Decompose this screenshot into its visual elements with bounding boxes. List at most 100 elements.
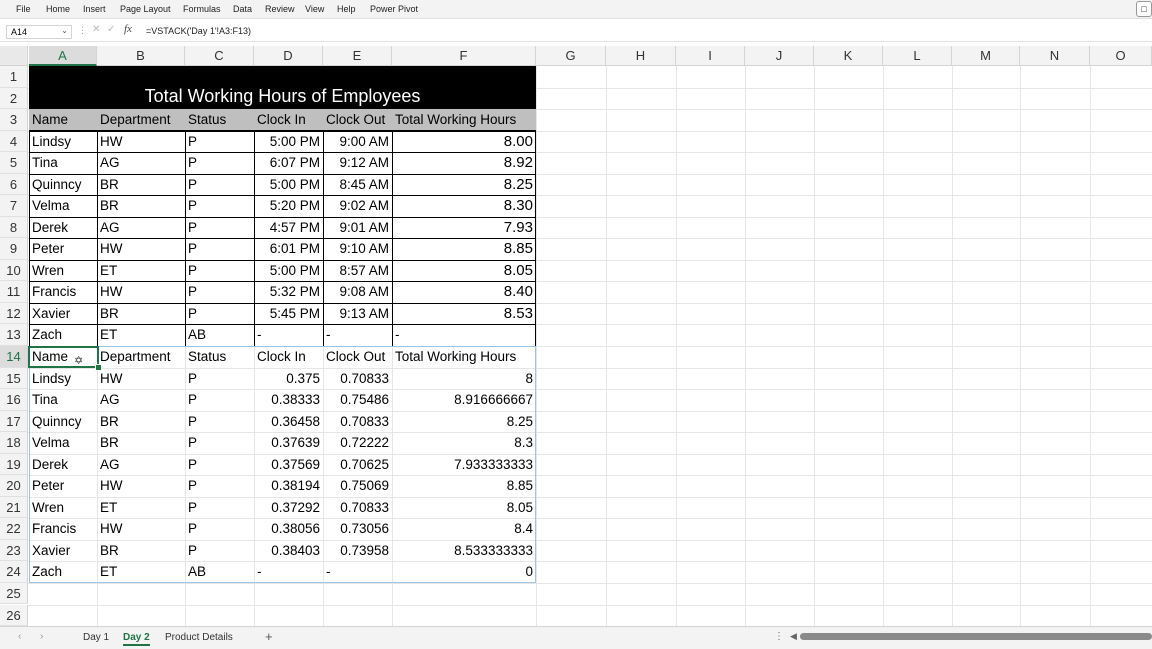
table1-cell[interactable]: Xavier	[29, 303, 97, 325]
table1-header-cell[interactable]: Status	[185, 109, 254, 131]
column-header-b[interactable]: B	[97, 46, 185, 66]
table1-cell[interactable]: 8.92	[392, 152, 536, 174]
table1-cell[interactable]: Derek	[29, 217, 97, 239]
table1-cell[interactable]: 8.53	[392, 303, 536, 325]
row-header-2[interactable]: 2	[0, 87, 28, 110]
column-header-a[interactable]: A	[29, 46, 97, 66]
row-header-8[interactable]: 8	[0, 216, 28, 239]
row-header-1[interactable]: 1	[0, 66, 28, 88]
table1-cell[interactable]: P	[185, 281, 254, 303]
menu-help[interactable]: Help	[337, 4, 356, 14]
table1-cell[interactable]: Tina	[29, 152, 97, 174]
table1-cell[interactable]: ET	[97, 324, 185, 346]
table1-cell[interactable]: 9:12 AM	[323, 152, 392, 174]
menu-formulas[interactable]: Formulas	[183, 4, 221, 14]
table1-cell[interactable]: 4:57 PM	[254, 217, 323, 239]
table1-cell[interactable]: 9:02 AM	[323, 195, 392, 217]
chevron-right-icon[interactable]: ›	[40, 631, 43, 642]
table1-cell[interactable]: HW	[97, 281, 185, 303]
column-header-e[interactable]: E	[323, 46, 392, 66]
table1-cell[interactable]: 8.40	[392, 281, 536, 303]
row-header-5[interactable]: 5	[0, 152, 28, 174]
tab-day-1[interactable]: Day 1	[83, 632, 109, 643]
row-header-9[interactable]: 9	[0, 238, 28, 260]
select-all-corner[interactable]	[0, 46, 28, 66]
table1-cell[interactable]: 5:45 PM	[254, 303, 323, 325]
row-header-15[interactable]: 15	[0, 367, 28, 390]
menu-page-layout[interactable]: Page Layout	[120, 4, 171, 14]
table1-header-cell[interactable]: Department	[97, 109, 185, 131]
column-header-m[interactable]: M	[952, 46, 1020, 66]
row-header-20[interactable]: 20	[0, 475, 28, 497]
table1-cell[interactable]: AG	[97, 152, 185, 174]
table1-cell[interactable]: 8.00	[392, 131, 536, 153]
column-header-l[interactable]: L	[883, 46, 952, 66]
table1-cell[interactable]: -	[323, 324, 392, 346]
table1-cell[interactable]: Peter	[29, 238, 97, 260]
table1-cell[interactable]: Lindsy	[29, 131, 97, 153]
fill-handle[interactable]	[95, 364, 102, 371]
table1-cell[interactable]: 9:10 AM	[323, 238, 392, 260]
menu-file[interactable]: File	[16, 4, 31, 14]
column-header-f[interactable]: F	[392, 46, 536, 66]
column-header-d[interactable]: D	[254, 46, 323, 66]
active-cell[interactable]	[28, 346, 99, 368]
row-header-25[interactable]: 25	[0, 582, 28, 605]
table1-cell[interactable]: 9:08 AM	[323, 281, 392, 303]
table1-cell[interactable]: 8.85	[392, 238, 536, 260]
column-header-h[interactable]: H	[606, 46, 676, 66]
row-header-10[interactable]: 10	[0, 259, 28, 282]
table1-header-cell[interactable]: Name	[29, 109, 97, 131]
add-sheet-button[interactable]: +	[265, 629, 273, 644]
row-header-3[interactable]: 3	[0, 109, 28, 131]
table1-cell[interactable]: 6:01 PM	[254, 238, 323, 260]
cancel-icon[interactable]: ✕	[92, 24, 100, 35]
table1-header-cell[interactable]: Clock In	[254, 109, 323, 131]
table1-cell[interactable]: BR	[97, 303, 185, 325]
table1-cell[interactable]: 5:00 PM	[254, 131, 323, 153]
row-header-19[interactable]: 19	[0, 453, 28, 476]
table1-cell[interactable]: 7.93	[392, 217, 536, 239]
table1-cell[interactable]: Zach	[29, 324, 97, 346]
table1-cell[interactable]: P	[185, 152, 254, 174]
table1-cell[interactable]: AB	[185, 324, 254, 346]
scroll-left-icon[interactable]: ◀	[790, 631, 797, 642]
row-header-23[interactable]: 23	[0, 539, 28, 562]
column-header-o[interactable]: O	[1090, 46, 1152, 66]
row-header-26[interactable]: 26	[0, 604, 28, 627]
menu-view[interactable]: View	[305, 4, 324, 14]
row-header-13[interactable]: 13	[0, 324, 28, 346]
table1-cell[interactable]: 8:45 AM	[323, 174, 392, 196]
menu-data[interactable]: Data	[233, 4, 252, 14]
table1-cell[interactable]: -	[392, 324, 536, 346]
tab-day-2[interactable]: Day 2	[123, 632, 150, 646]
table1-cell[interactable]: P	[185, 174, 254, 196]
table1-cell[interactable]: BR	[97, 174, 185, 196]
insert-function-icon[interactable]: fx	[124, 23, 132, 35]
table1-cell[interactable]: 8.30	[392, 195, 536, 217]
table1-cell[interactable]: Wren	[29, 260, 97, 282]
table1-cell[interactable]: P	[185, 195, 254, 217]
table1-cell[interactable]: P	[185, 217, 254, 239]
table1-cell[interactable]: 8:57 AM	[323, 260, 392, 282]
table1-cell[interactable]: AG	[97, 217, 185, 239]
row-header-17[interactable]: 17	[0, 410, 28, 433]
chevron-down-icon[interactable]: ⌄	[61, 26, 68, 35]
table1-cell[interactable]: P	[185, 303, 254, 325]
row-header-21[interactable]: 21	[0, 496, 28, 519]
menu-home[interactable]: Home	[46, 4, 70, 14]
name-box[interactable]: A14 ⌄	[6, 25, 72, 39]
table1-cell[interactable]: 5:00 PM	[254, 260, 323, 282]
table1-cell[interactable]: BR	[97, 195, 185, 217]
row-header-24[interactable]: 24	[0, 561, 28, 583]
column-header-g[interactable]: G	[536, 46, 606, 66]
table1-cell[interactable]: 6:07 PM	[254, 152, 323, 174]
comment-icon[interactable]: □	[1136, 1, 1152, 17]
table1-cell[interactable]: P	[185, 131, 254, 153]
table1-cell[interactable]: Quinncy	[29, 174, 97, 196]
horizontal-scrollbar[interactable]	[800, 633, 1152, 640]
table1-cell[interactable]: 9:01 AM	[323, 217, 392, 239]
row-header-11[interactable]: 11	[0, 281, 28, 303]
menu-power-pivot[interactable]: Power Pivot	[370, 4, 418, 14]
tab-product-details[interactable]: Product Details	[165, 632, 233, 643]
